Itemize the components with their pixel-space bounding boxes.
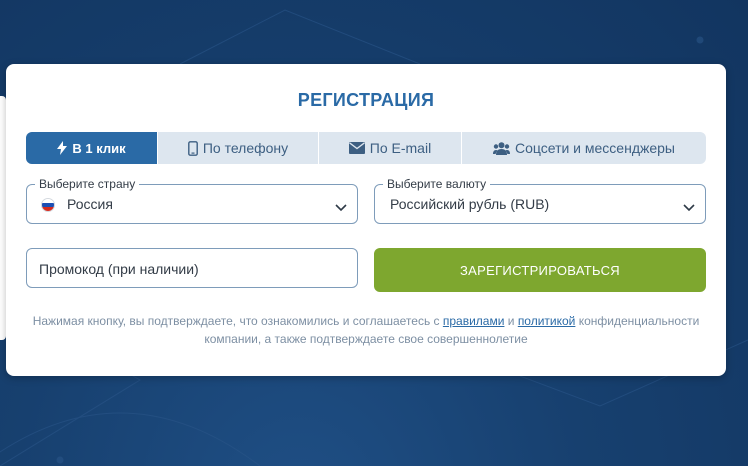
page-title: РЕГИСТРАЦИЯ [297,90,435,110]
register-button-label: ЗАРЕГИСТРИРОВАТЬСЯ [460,262,620,278]
policy-link[interactable]: политикой [518,314,576,328]
currency-value: Российский рубль (RUB) [390,196,550,212]
terms-disclaimer: Нажимая кнопку, вы подтверждаете, что оз… [26,312,706,348]
phone-icon [187,140,198,156]
users-icon [492,141,510,155]
chevron-down-icon [335,199,347,217]
currency-select-label: Выберите валюту [383,177,491,191]
tab-label: По E-mail [369,140,432,156]
country-value: Россия [67,196,113,212]
register-button[interactable]: ЗАРЕГИСТРИРОВАТЬСЯ [374,248,706,292]
country-select[interactable]: Выберите страну Россия [26,177,358,224]
promo-code-placeholder: Промокод (при наличии) [39,261,199,277]
promo-code-input[interactable]: Промокод (при наличии) [26,248,358,288]
lightning-icon [57,141,68,155]
envelope-icon [348,142,365,154]
disclaimer-conjunction: и [504,314,518,328]
disclaimer-text: Нажимая кнопку, вы подтверждаете, что оз… [32,314,443,328]
tab-one-click[interactable]: В 1 клик [26,132,158,164]
currency-select[interactable]: Выберите валюту Российский рубль (RUB) [374,177,706,224]
russia-flag-icon [41,198,55,212]
registration-tabs: В 1 клик По телефону По E-mail Соцсети и… [26,132,706,164]
tab-phone[interactable]: По телефону [158,132,319,164]
chevron-down-icon [683,199,695,217]
country-select-label: Выберите страну [35,177,140,191]
rules-link[interactable]: правилами [443,314,505,328]
registration-card: РЕГИСТРАЦИЯ В 1 клик По телефону По E-ma… [6,64,726,376]
tab-social[interactable]: Соцсети и мессенджеры [462,132,706,164]
tab-email[interactable]: По E-mail [319,132,462,164]
tab-label: В 1 клик [72,140,126,156]
tab-label: Соцсети и мессенджеры [514,140,675,156]
tab-label: По телефону [202,140,289,156]
